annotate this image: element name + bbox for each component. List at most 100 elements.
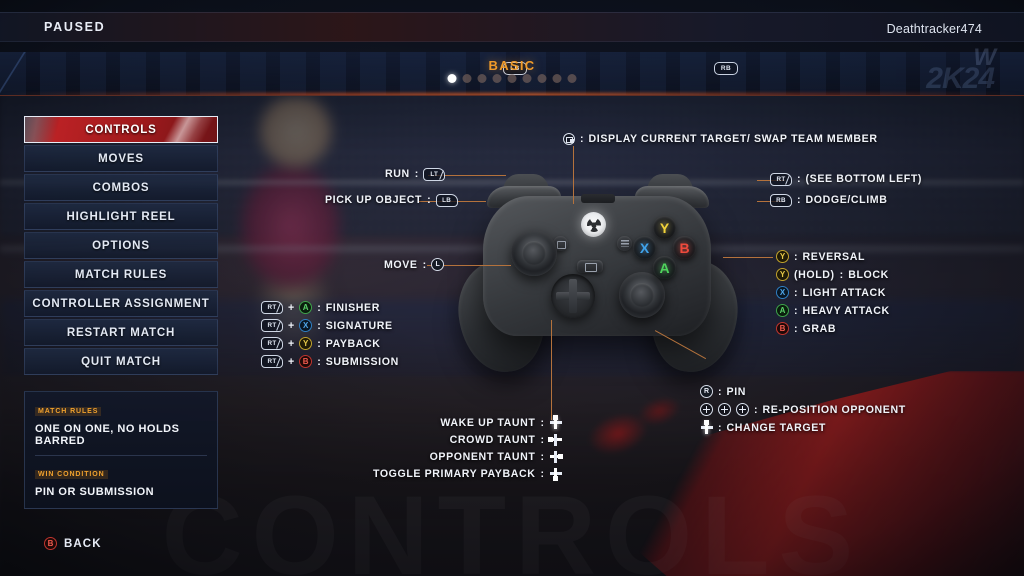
page-dot[interactable] (567, 74, 577, 83)
sidebar-item-label: COMBOS (92, 181, 150, 194)
x-button-hw: X (633, 236, 656, 259)
sidebar-item-combos[interactable]: COMBOS (24, 174, 218, 201)
page-indicator-dots[interactable] (447, 74, 577, 83)
page-dot[interactable] (447, 74, 457, 83)
callout-reversal: Y: REVERSAL (776, 250, 865, 263)
leader-line-reversal (723, 257, 773, 259)
sidebar-item-controller-assignment[interactable]: CONTROLLER ASSIGNMENT (24, 290, 218, 317)
callout-label: RE-POSITION OPPONENT (762, 403, 906, 416)
callout-re-position-opponent: : RE-POSITION OPPONENT (700, 403, 906, 416)
page-dot[interactable] (552, 74, 562, 83)
separator: : (580, 133, 584, 145)
callout-label: PAYBACK (325, 337, 381, 350)
callout-move: MOVE : L (384, 258, 445, 271)
logo-2k24: 2K24 (926, 62, 995, 95)
callout-label: WAKE UP TAUNT (440, 416, 536, 429)
page-dot[interactable] (462, 74, 472, 83)
rt-trigger-icon: RT (261, 301, 283, 314)
button-modifier: (HOLD) (794, 268, 835, 281)
page-dot[interactable] (507, 74, 517, 83)
face-buttons-hw: Y X B A (633, 216, 696, 279)
rt-trigger-icon: RT (261, 355, 283, 368)
a-button-icon: A (776, 304, 789, 317)
separator: : (317, 301, 321, 314)
callout-label: SIGNATURE (325, 319, 393, 332)
sidebar-item-options[interactable]: OPTIONS (24, 232, 218, 259)
back-label: BACK (64, 537, 102, 550)
rt-trigger-icon: RT (261, 337, 283, 350)
y-button-hw: Y (653, 216, 676, 239)
tab-basic[interactable]: BASIC (489, 58, 536, 73)
back-button[interactable]: B BACK (44, 537, 102, 550)
callout-label: HEAVY ATTACK (802, 304, 890, 317)
callout-pick-up-object: PICK UP OBJECT : LB (325, 194, 458, 207)
callout-label: DISPLAY CURRENT TARGET/ SWAP TEAM MEMBER (588, 133, 878, 145)
rt-trigger-icon: RT (261, 319, 283, 332)
menu-button-hw (617, 236, 632, 251)
callout-label: MOVE (384, 258, 418, 271)
sidebar-item-controls[interactable]: CONTROLS (24, 116, 218, 143)
callout-rt: RT : (SEE BOTTOM LEFT) (770, 173, 922, 186)
dpad-down-icon (549, 467, 562, 481)
page-dot[interactable] (522, 74, 532, 83)
separator: : (794, 304, 798, 317)
b-button-hw: B (673, 236, 696, 259)
callout-label: PICK UP OBJECT (325, 194, 423, 207)
a-button-hw: A (653, 256, 676, 279)
sidebar-item-match-rules[interactable]: MATCH RULES (24, 261, 218, 288)
callout-pin: R: PIN (700, 385, 746, 398)
callout-label: PIN (726, 385, 746, 398)
separator: : (794, 286, 798, 299)
leader-line-view (573, 146, 575, 204)
callout-label: OPPONENT TAUNT (429, 450, 536, 463)
separator: : (794, 322, 798, 335)
callout-payback: RT + Y: PAYBACK (261, 337, 381, 350)
callout-label: (SEE BOTTOM LEFT) (805, 173, 923, 186)
lb-bumper-icon: LB (435, 194, 458, 207)
callout-signature: RT + X: SIGNATURE (261, 319, 393, 332)
callout-label: GRAB (802, 322, 837, 335)
page-dot[interactable] (492, 74, 502, 83)
xbox-guide-button-hw (581, 212, 606, 237)
page-dot[interactable] (537, 74, 547, 83)
separator: : (422, 258, 427, 271)
left-stick-hw (511, 230, 557, 276)
separator: : (540, 467, 544, 480)
sidebar-item-quit-match[interactable]: QUIT MATCH (24, 348, 218, 375)
dpad-up-icon (718, 403, 731, 416)
callout-opponent-taunt: OPPONENT TAUNT: (0, 450, 563, 463)
page-dot[interactable] (477, 74, 487, 83)
wwe-2k24-logo: W 2K24 (854, 46, 996, 95)
callout-label: DODGE/CLIMB (805, 194, 888, 207)
callout-label: CHANGE TARGET (726, 421, 826, 434)
sidebar-item-highlight-reel[interactable]: HIGHLIGHT REEL (24, 203, 218, 230)
callout-heavy-attack: A: HEAVY ATTACK (776, 304, 890, 317)
lt-trigger-icon: LT (423, 168, 446, 181)
separator: : (414, 168, 419, 181)
leader-line-dpad (551, 320, 553, 420)
separator: : (797, 194, 801, 207)
plus-sign: + (288, 301, 295, 314)
pause-menu-sidebar[interactable]: CONTROLS MOVES COMBOS HIGHLIGHT REEL OPTIONS… (24, 116, 218, 377)
sidebar-item-label: CONTROLS (85, 123, 157, 136)
callout-label: RUN (385, 168, 410, 181)
sidebar-item-restart-match[interactable]: RESTART MATCH (24, 319, 218, 346)
b-button-icon: B (299, 355, 313, 368)
callout-finisher: RT + A: FINISHER (261, 301, 380, 314)
separator: : (540, 433, 544, 446)
share-button-hw (577, 260, 603, 273)
rb-page-right-button[interactable]: RB (714, 62, 738, 75)
y-button-icon: Y (299, 337, 313, 350)
separator: : (794, 250, 798, 263)
dpad-right-icon (549, 450, 563, 463)
y-button-icon: Y (776, 250, 789, 263)
callout-grab: B: GRAB (776, 322, 836, 335)
callout-crowd-taunt: CROWD TAUNT: (0, 433, 562, 446)
sidebar-item-label: QUIT MATCH (81, 355, 161, 368)
paused-label: PAUSED (44, 20, 106, 34)
callout-run: RUN : LT (385, 168, 446, 181)
gamertag-label: Deathtracker474 (886, 22, 982, 36)
callout-label: BLOCK (848, 268, 889, 281)
separator: : (839, 268, 844, 281)
sidebar-item-moves[interactable]: MOVES (24, 145, 218, 172)
